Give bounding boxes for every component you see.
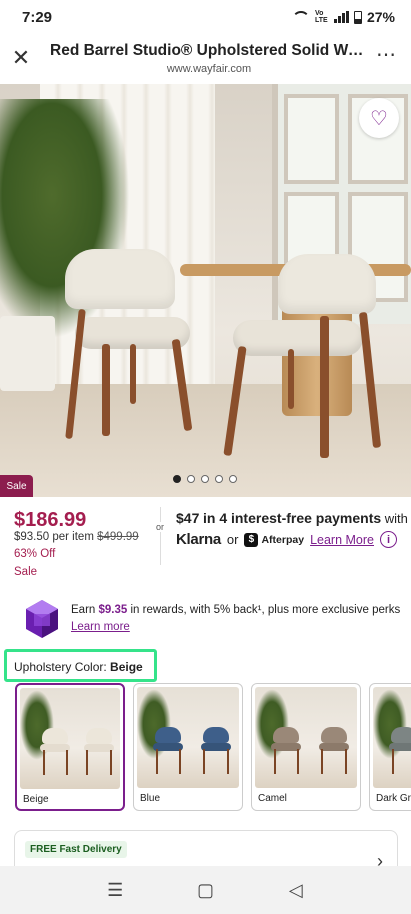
product-image[interactable] bbox=[0, 84, 411, 497]
upholstery-color-label: Upholstery Color: Beige bbox=[14, 660, 143, 674]
sale-label: Sale bbox=[14, 566, 38, 578]
system-nav-bar: ☰ ▢ ◁ bbox=[0, 866, 411, 914]
more-icon[interactable]: ⋯ bbox=[376, 45, 397, 65]
wifi-icon bbox=[291, 11, 310, 23]
rewards-amount: $9.35 bbox=[98, 604, 128, 616]
installment-amount: $47 bbox=[176, 510, 200, 526]
status-bar: 7:29 Vo LTE 27% bbox=[0, 0, 411, 34]
swatch-blue[interactable]: Blue bbox=[133, 683, 243, 811]
rewards-learn-more-link[interactable]: Learn more bbox=[71, 621, 130, 633]
carousel-dot[interactable] bbox=[201, 475, 209, 483]
chair-left-graphic bbox=[60, 249, 200, 440]
signal-icon bbox=[333, 11, 349, 23]
swatch-camel[interactable]: Camel bbox=[251, 683, 361, 811]
carousel-dot[interactable] bbox=[173, 475, 181, 483]
page-url: www.wayfair.com bbox=[166, 63, 252, 75]
rewards-gem-icon bbox=[26, 600, 58, 638]
free-delivery-badge: FREE Fast Delivery bbox=[25, 841, 127, 858]
carousel-dot[interactable] bbox=[215, 475, 223, 483]
installment-text: $47 in 4 interest-free payments with bbox=[176, 510, 408, 526]
recent-apps-icon[interactable]: ☰ bbox=[100, 880, 130, 901]
original-price: $499.99 bbox=[97, 531, 139, 543]
sale-tag: Sale bbox=[0, 475, 33, 497]
rewards-earn: Earn bbox=[71, 604, 96, 616]
battery-level: 27% bbox=[366, 9, 395, 25]
carousel-dots[interactable] bbox=[173, 475, 237, 483]
afterpay-icon: $ bbox=[244, 532, 259, 547]
swatch-label: Camel bbox=[258, 793, 287, 804]
page-title: Red Barrel Studio® Upholstered Solid Woo… bbox=[50, 42, 368, 59]
chair-right-graphic bbox=[223, 254, 388, 464]
option-selected-value: Beige bbox=[110, 660, 143, 674]
rewards-description: in rewards, with 5% back¹, plus more exc… bbox=[130, 604, 401, 616]
home-icon[interactable]: ▢ bbox=[190, 880, 220, 901]
sale-price: $186.99 bbox=[14, 509, 87, 531]
status-time: 7:29 bbox=[22, 8, 53, 26]
option-label: Upholstery Color: bbox=[14, 660, 107, 674]
pot-graphic bbox=[0, 316, 55, 391]
battery-icon bbox=[353, 10, 362, 24]
browser-title-bar: ✕ Red Barrel Studio® Upholstered Solid W… bbox=[0, 34, 411, 84]
carousel-dot[interactable] bbox=[229, 475, 237, 483]
network-label: Vo LTE bbox=[314, 10, 328, 24]
back-icon[interactable]: ◁ bbox=[281, 880, 311, 901]
per-item-price: $93.50 per item $499.99 bbox=[14, 531, 139, 543]
swatch-image bbox=[255, 687, 357, 788]
swatch-beige[interactable]: Beige bbox=[15, 683, 125, 811]
color-swatch-list: Beige Blue Camel Dark Gr bbox=[15, 683, 411, 813]
info-icon[interactable]: i bbox=[380, 531, 397, 548]
learn-more-payments-link[interactable]: Learn More bbox=[310, 533, 374, 547]
discount-percent: 63% Off bbox=[14, 548, 56, 560]
close-icon[interactable]: ✕ bbox=[10, 47, 32, 69]
rewards-text: Earn $9.35 in rewards, with 5% back¹, pl… bbox=[71, 604, 400, 616]
afterpay-label: Afterpay bbox=[261, 533, 305, 546]
swatch-image bbox=[373, 687, 411, 788]
swatch-image bbox=[20, 688, 120, 789]
status-icons: Vo LTE 27% bbox=[291, 9, 395, 25]
swatch-image bbox=[137, 687, 239, 788]
afterpay-logo: $ Afterpay bbox=[244, 532, 305, 547]
per-item-text: $93.50 per item bbox=[14, 531, 94, 543]
price-divider bbox=[160, 507, 161, 565]
with-text: with bbox=[384, 511, 408, 526]
swatch-label: Dark Gr bbox=[376, 793, 411, 804]
installment-description: in 4 interest-free payments bbox=[202, 510, 382, 526]
carousel-dot[interactable] bbox=[187, 475, 195, 483]
klarna-logo: Klarna bbox=[176, 531, 221, 548]
payment-providers: Klarna or $ Afterpay Learn More i bbox=[176, 531, 397, 548]
or-text: or bbox=[226, 532, 239, 547]
swatch-dark-gray[interactable]: Dark Gr bbox=[369, 683, 411, 811]
swatch-label: Blue bbox=[140, 793, 161, 804]
favorite-heart-icon[interactable]: ♡ bbox=[359, 98, 399, 138]
or-separator: or bbox=[154, 522, 166, 532]
swatch-label: Beige bbox=[23, 794, 49, 805]
